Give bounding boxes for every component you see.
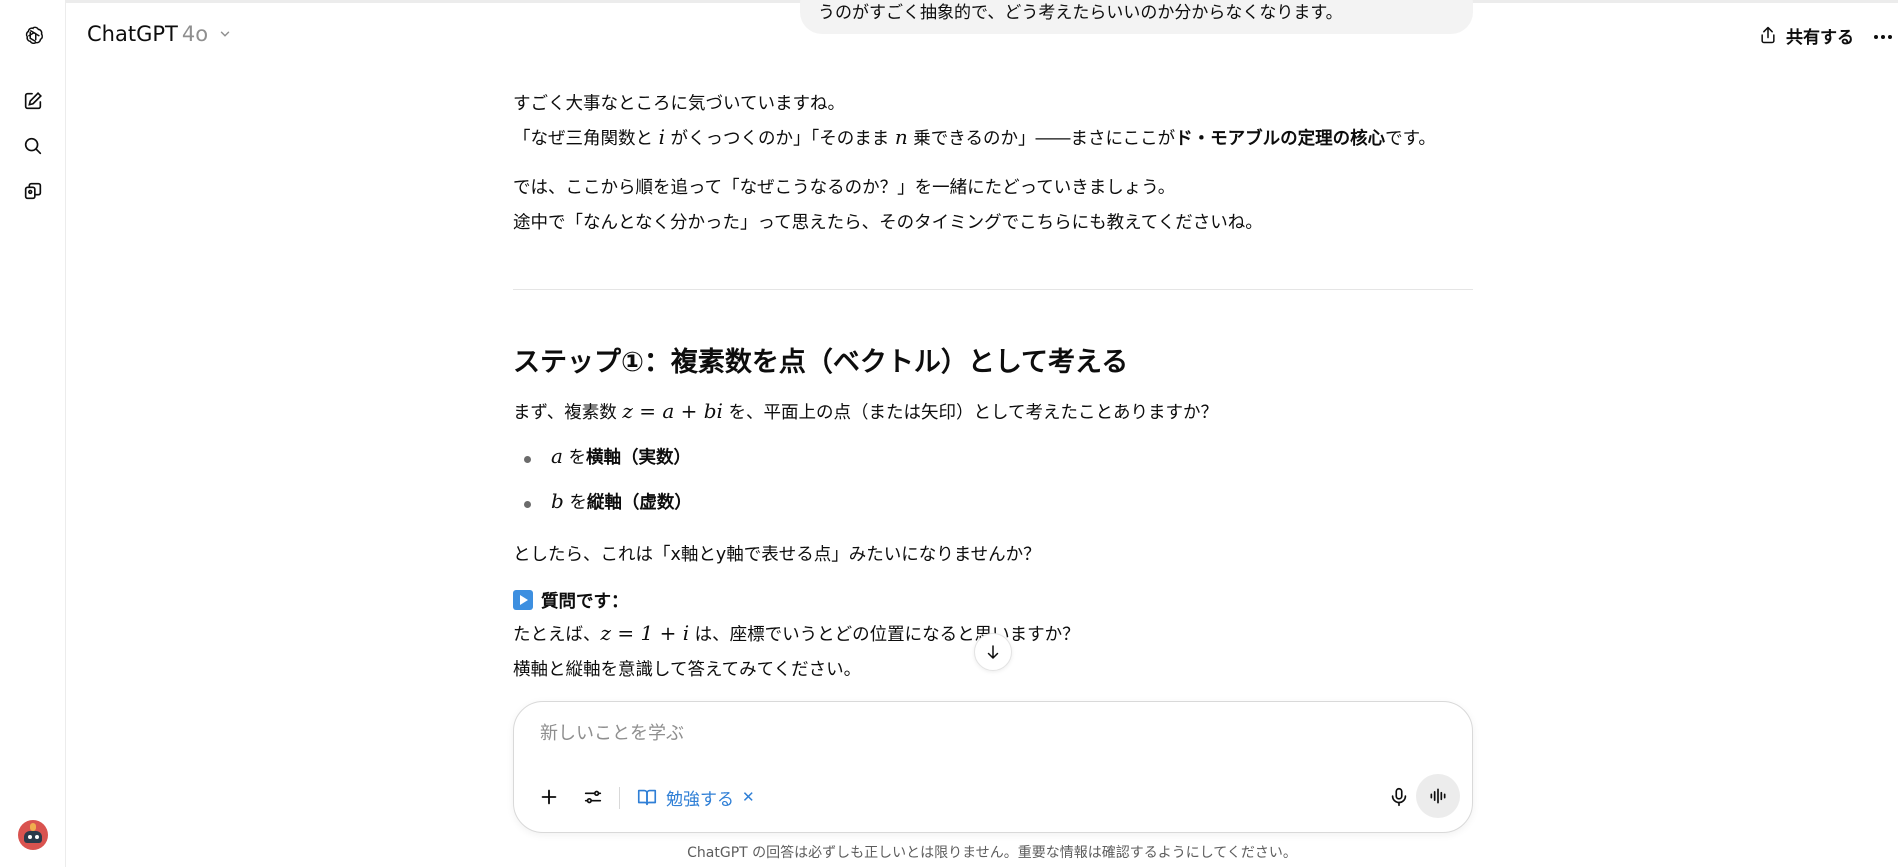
sliders-icon <box>584 790 602 804</box>
model-name: 4o <box>181 22 209 46</box>
assistant-paragraph: では、ここから順を追って「なぜこうなるのか？」を一緒にたどっていきましょう。 <box>513 174 1175 199</box>
list-item: a を横軸（実数） <box>551 444 691 469</box>
close-icon[interactable]: ✕ <box>742 788 755 806</box>
user-message-bubble: うのがすごく抽象的で、どう考えたらいいのか分からなくなります。 <box>800 0 1473 34</box>
intro-line-3: では、ここから順を追って「なぜこうなるのか？」を一緒にたどっていきましょう。 <box>513 178 1176 198</box>
study-chip-label: 勉強する <box>666 789 734 810</box>
sidebar <box>0 0 66 867</box>
bullet-dot <box>524 456 531 463</box>
assistant-paragraph: まず、複素数 z = a + bi を、平面上の点（または矢印）として考えたこと… <box>513 399 1218 424</box>
model-selector[interactable]: ChatGPT 4o <box>87 22 232 46</box>
intro-line-1: すごく大事なところに気づいていますね。 <box>513 94 845 114</box>
plus-icon <box>541 789 557 805</box>
tools-button[interactable] <box>578 782 608 812</box>
intro-line-4: 途中で「なんとなく分かった」って思えたら、そのタイミングでこちらにも教えてくださ… <box>513 213 1263 233</box>
question-label: 質問です： <box>541 592 629 612</box>
toolbar-divider <box>619 787 620 809</box>
math-expression: z = a + bi <box>622 399 723 423</box>
assistant-paragraph: すごく大事なところに気づいていますね。 <box>513 90 845 115</box>
bold-text: ド・モアブルの定理の核心 <box>1175 129 1386 149</box>
text-span: がくっつくのか」「そのまま <box>664 129 895 149</box>
math-var-b: b <box>551 489 564 513</box>
scroll-to-bottom-button[interactable] <box>974 633 1012 671</box>
dictate-button[interactable] <box>1384 782 1414 812</box>
step-heading: ステップ①：複素数を点（ベクトル）として考える <box>513 347 1129 378</box>
user-message-text: うのがすごく抽象的で、どう考えたらいいのか分からなくなります。 <box>818 3 1343 23</box>
search-icon[interactable] <box>18 131 48 161</box>
share-button[interactable]: 共有する <box>1748 18 1864 52</box>
library-icon[interactable] <box>18 176 48 206</box>
app-title: ChatGPT <box>87 22 178 46</box>
waveform-icon <box>1430 788 1446 804</box>
math-var-n: n <box>894 125 908 149</box>
microphone-icon <box>1391 787 1407 807</box>
prompt-input[interactable] <box>538 722 1442 745</box>
chevron-down-icon <box>220 31 230 37</box>
question-heading: 質問です： <box>513 588 629 613</box>
section-divider <box>513 289 1473 290</box>
text-span: としたら、これは「x軸とy軸で表せる点」みたいになりませんか？ <box>513 545 1041 565</box>
share-icon <box>1761 26 1775 44</box>
assistant-paragraph: 途中で「なんとなく分かった」って思えたら、そのタイミングでこちらにも教えてくださ… <box>513 209 1263 234</box>
footer-disclaimer: ChatGPT の回答は必ずしも正しいとは限りません。重要な情報は確認するように… <box>687 845 1297 861</box>
text-span: を <box>563 493 587 513</box>
math-var-a: a <box>551 444 563 468</box>
add-button[interactable] <box>534 782 564 812</box>
openai-logo-icon[interactable] <box>18 21 48 51</box>
message-composer: 勉強する ✕ <box>513 701 1473 833</box>
text-span: たとえば、 <box>513 625 601 645</box>
book-open-icon <box>637 789 657 806</box>
new-chat-icon[interactable] <box>18 86 48 116</box>
assistant-paragraph: 「なぜ三角関数と i がくっつくのか」「そのまま n 乗できるのか」――まさにこ… <box>513 125 1436 150</box>
assistant-paragraph: としたら、これは「x軸とy軸で表せる点」みたいになりませんか？ <box>513 541 1041 566</box>
voice-mode-button[interactable] <box>1416 774 1460 818</box>
play-button-icon <box>513 590 533 610</box>
study-mode-chip[interactable]: 勉強する ✕ <box>636 782 755 812</box>
text-span: 「なぜ三角関数と <box>513 129 659 149</box>
math-expression: z = 1 + i <box>600 621 690 645</box>
text-span: は、座標でいうとどの位置になると思いますか？ <box>689 625 1080 645</box>
more-options-icon[interactable] <box>1874 24 1898 46</box>
list-item: b を縦軸（虚数） <box>551 489 692 514</box>
arrow-down-icon <box>987 645 999 659</box>
assistant-paragraph: 横軸と縦軸を意識して答えてみてください。 <box>513 656 861 681</box>
text-span: 横軸と縦軸を意識して答えてみてください。 <box>513 660 862 680</box>
share-label: 共有する <box>1786 27 1854 48</box>
text-span: 乗できるのか」――まさにここが <box>907 129 1176 149</box>
text-span: を <box>562 448 587 468</box>
bold-text: 縦軸（虚数） <box>586 493 692 513</box>
text-span: です。 <box>1385 129 1436 149</box>
text-span: を、平面上の点（または矢印）として考えたことありますか？ <box>722 403 1218 423</box>
bullet-dot <box>524 501 531 508</box>
bold-text: 横軸（実数） <box>586 448 692 468</box>
text-span: まず、複素数 <box>513 403 623 423</box>
